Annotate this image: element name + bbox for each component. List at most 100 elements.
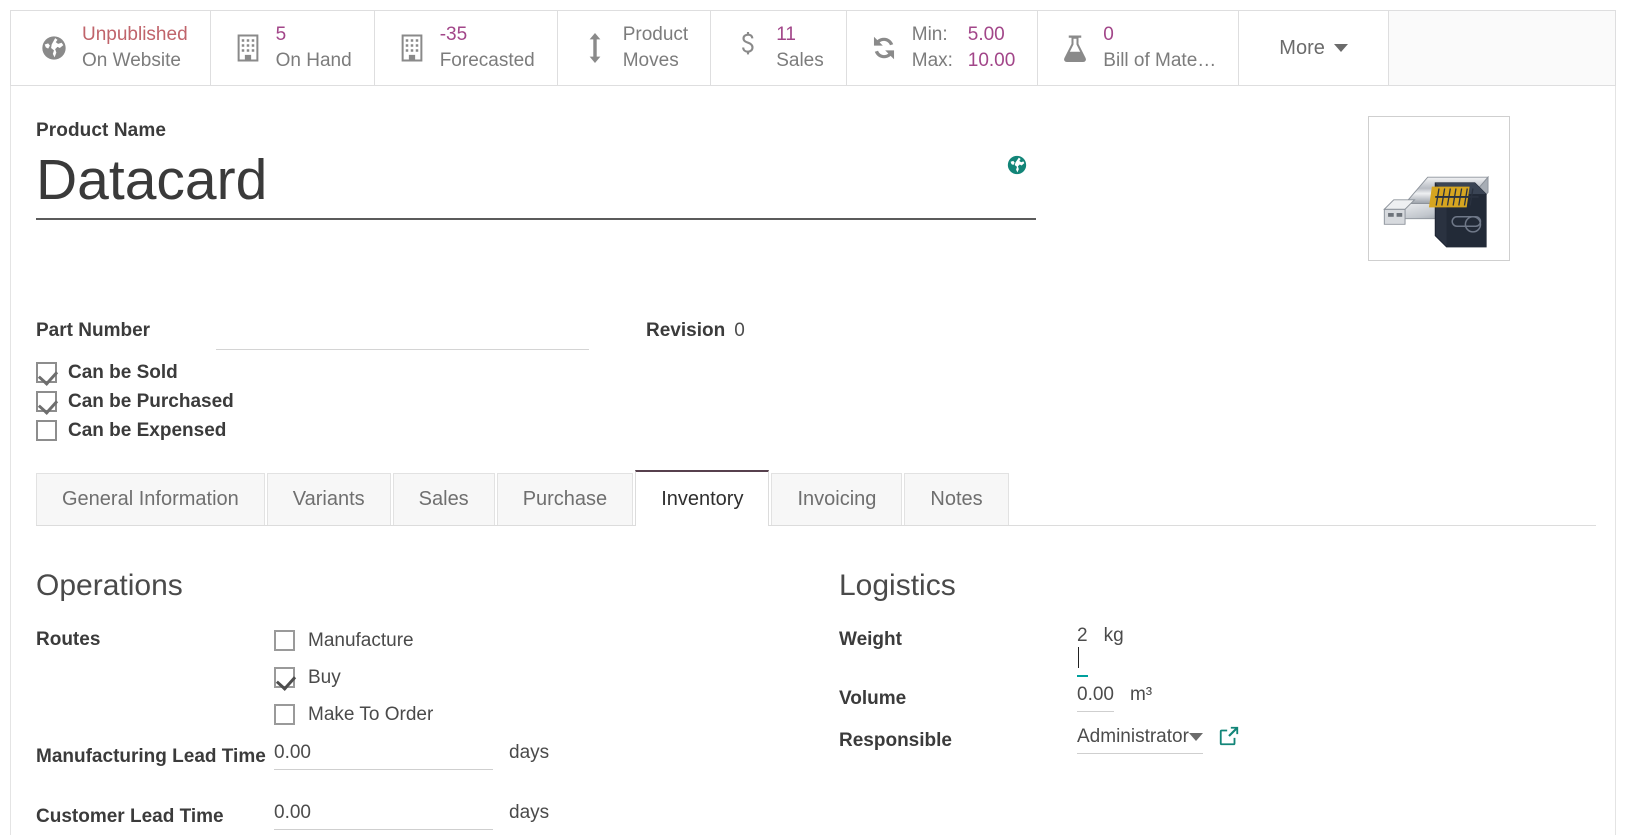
checkbox-route-buy-box[interactable] bbox=[274, 667, 295, 688]
stat-min-value: 5.00 bbox=[968, 22, 1005, 48]
stat-bom-text: 0 Bill of Mate… bbox=[1103, 22, 1216, 74]
checkbox-can-be-purchased[interactable]: Can be Purchased bbox=[36, 387, 234, 416]
stat-max-value: 10.00 bbox=[968, 48, 1016, 74]
statbar-spacer bbox=[1389, 11, 1615, 85]
stat-forecasted-text: -35 Forecasted bbox=[440, 22, 535, 74]
product-name-input[interactable]: Datacard bbox=[36, 148, 1036, 220]
checkbox-can-be-expensed-box[interactable] bbox=[36, 420, 57, 441]
globe-icon bbox=[39, 32, 69, 64]
stat-sales[interactable]: 11 Sales bbox=[711, 11, 847, 85]
stat-website-text: Unpublished On Website bbox=[82, 22, 188, 74]
product-name-label: Product Name bbox=[36, 120, 1036, 142]
stat-max-row: Max: 10.00 bbox=[912, 48, 1016, 74]
stat-bom-value: 0 bbox=[1103, 22, 1216, 48]
tab-variants-label: Variants bbox=[293, 488, 365, 511]
tab-sales[interactable]: Sales bbox=[393, 473, 495, 525]
responsible-row: Responsible Administrator bbox=[839, 723, 880, 761]
stat-min-row: Min: 5.00 bbox=[912, 22, 1016, 48]
weight-input[interactable]: 2 bbox=[1077, 622, 1088, 677]
weight-unit: kg bbox=[1104, 622, 1124, 647]
stat-website-label: On Website bbox=[82, 48, 188, 74]
tab-inventory-label: Inventory bbox=[661, 488, 743, 511]
refresh-icon bbox=[869, 32, 899, 64]
website-publish-globe-icon[interactable] bbox=[1006, 154, 1028, 176]
volume-input[interactable]: 0.00 bbox=[1077, 681, 1114, 712]
stat-forecasted-label: Forecasted bbox=[440, 48, 535, 74]
stat-min-key: Min: bbox=[912, 22, 954, 48]
checkbox-can-be-purchased-box[interactable] bbox=[36, 391, 57, 412]
notebook-tabs: General Information Variants Sales Purch… bbox=[36, 470, 1596, 526]
weight-input-value: 2 bbox=[1077, 625, 1088, 646]
arrows-vertical-icon bbox=[580, 32, 610, 64]
stat-bill-of-materials[interactable]: 0 Bill of Mate… bbox=[1038, 11, 1239, 85]
stat-product-moves-label-line2: Moves bbox=[623, 48, 688, 74]
tab-notes[interactable]: Notes bbox=[904, 473, 1008, 525]
product-form-page: Unpublished On Website 5 On Hand bbox=[0, 0, 1626, 835]
chevron-down-icon bbox=[1334, 44, 1348, 52]
stat-on-hand-value: 5 bbox=[276, 22, 352, 48]
logistics-title: Logistics bbox=[839, 569, 880, 603]
volume-row: Volume 0.00 m³ bbox=[839, 681, 880, 719]
building-icon bbox=[233, 32, 263, 64]
stat-product-moves[interactable]: Product Moves bbox=[558, 11, 711, 85]
stat-bom-label: Bill of Mate… bbox=[1103, 48, 1216, 74]
stat-forecasted-value: -35 bbox=[440, 22, 535, 48]
tab-sales-label: Sales bbox=[419, 488, 469, 511]
product-title-block: Product Name Datacard bbox=[36, 120, 1036, 220]
product-image[interactable] bbox=[1368, 116, 1510, 261]
responsible-select[interactable]: Administrator bbox=[1077, 723, 1203, 754]
open-responsible-external-link-icon[interactable] bbox=[1218, 723, 1240, 752]
stat-min-max[interactable]: Min: 5.00 Max: 10.00 bbox=[847, 11, 1039, 85]
tab-variants[interactable]: Variants bbox=[267, 473, 391, 525]
tab-notes-label: Notes bbox=[930, 488, 982, 511]
responsible-value: Administrator bbox=[1077, 726, 1189, 748]
volume-unit: m³ bbox=[1130, 681, 1152, 706]
stat-min-max-text: Min: 5.00 Max: 10.00 bbox=[912, 22, 1016, 74]
stat-on-hand-text: 5 On Hand bbox=[276, 22, 352, 74]
tab-inventory[interactable]: Inventory bbox=[635, 470, 769, 526]
stat-sales-value: 11 bbox=[776, 22, 824, 48]
building-icon bbox=[397, 32, 427, 64]
checkbox-route-make-to-order-box[interactable] bbox=[274, 704, 295, 725]
logistics-group: Logistics Weight 2 kg Volume 0.00 m³ Res… bbox=[77, 569, 880, 835]
tab-invoicing-label: Invoicing bbox=[797, 488, 876, 511]
stat-max-key: Max: bbox=[912, 48, 954, 74]
checkbox-can-be-purchased-label: Can be Purchased bbox=[68, 391, 234, 413]
stat-sales-label: Sales bbox=[776, 48, 824, 74]
stat-on-hand[interactable]: 5 On Hand bbox=[211, 11, 375, 85]
inventory-tab-content: Operations Routes Manufacture Buy bbox=[11, 527, 1617, 835]
checkbox-can-be-sold-label: Can be Sold bbox=[68, 362, 178, 384]
tab-general-information[interactable]: General Information bbox=[36, 473, 265, 525]
responsible-label: Responsible bbox=[839, 723, 1077, 755]
tab-invoicing[interactable]: Invoicing bbox=[771, 473, 902, 525]
more-label: More bbox=[1279, 37, 1325, 60]
checkbox-can-be-sold-box[interactable] bbox=[36, 362, 57, 383]
checkbox-can-be-expensed[interactable]: Can be Expensed bbox=[36, 416, 234, 445]
revision-label: Revision bbox=[646, 318, 725, 342]
stat-sales-text: 11 Sales bbox=[776, 22, 824, 74]
part-number-label: Part Number bbox=[36, 318, 216, 342]
dollar-icon bbox=[733, 32, 763, 64]
weight-row: Weight 2 kg bbox=[839, 622, 880, 677]
weight-label: Weight bbox=[839, 622, 1077, 654]
checkbox-route-manufacture-box[interactable] bbox=[274, 630, 295, 651]
stat-product-moves-label-line1: Product bbox=[623, 22, 688, 48]
product-image-inner bbox=[1373, 121, 1505, 256]
checkbox-can-be-expensed-label: Can be Expensed bbox=[68, 420, 226, 442]
stat-product-moves-text: Product Moves bbox=[623, 22, 688, 74]
text-cursor bbox=[1078, 647, 1079, 668]
stat-on-hand-label: On Hand bbox=[276, 48, 352, 74]
checkbox-can-be-sold[interactable]: Can be Sold bbox=[36, 358, 234, 387]
tab-purchase-label: Purchase bbox=[523, 488, 608, 511]
more-dropdown-button[interactable]: More bbox=[1239, 11, 1389, 85]
stat-website-value: Unpublished bbox=[82, 22, 188, 48]
stat-forecasted[interactable]: -35 Forecasted bbox=[375, 11, 558, 85]
volume-label: Volume bbox=[839, 681, 1077, 713]
chevron-down-icon[interactable] bbox=[1189, 733, 1203, 741]
stat-website[interactable]: Unpublished On Website bbox=[10, 11, 211, 85]
tab-purchase[interactable]: Purchase bbox=[497, 473, 634, 525]
part-number-input[interactable] bbox=[216, 320, 589, 350]
revision-value[interactable]: 0 bbox=[734, 318, 745, 342]
part-number-revision-row: Part Number Revision 0 bbox=[36, 318, 1036, 356]
form-sheet: Product Name Datacard Part Number Revisi… bbox=[10, 86, 1616, 835]
